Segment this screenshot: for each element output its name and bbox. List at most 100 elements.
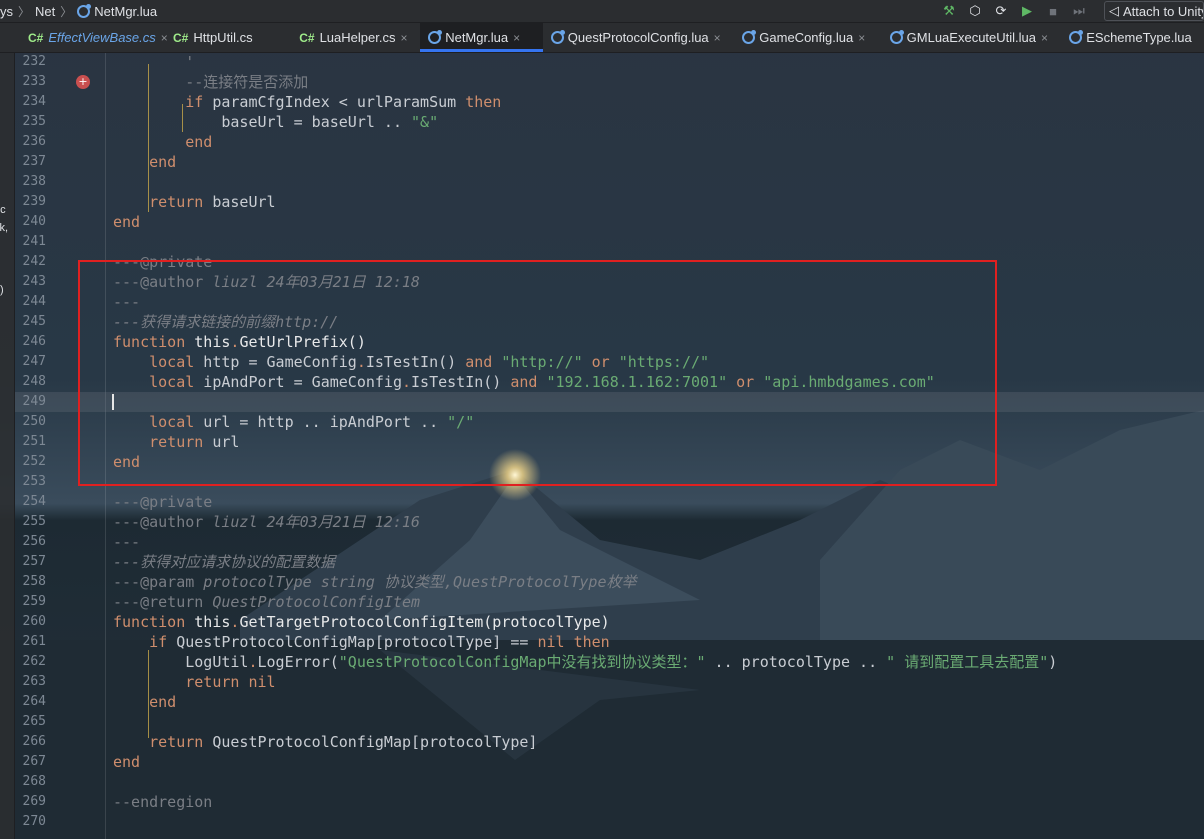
code-line[interactable]: 255 ---@author liuzl 24年03月21日 12:16	[15, 512, 1204, 532]
line-number[interactable]: 234	[15, 92, 46, 112]
line-number[interactable]: 239	[15, 192, 46, 212]
tab-gameconfig[interactable]: GameConfig.lua ×	[734, 23, 881, 52]
line-number[interactable]: 241	[15, 232, 46, 252]
code-text: return QuestProtocolConfigMap[protocolTy…	[113, 732, 537, 752]
chevron-right-icon: 〉	[18, 4, 31, 19]
line-number[interactable]: 258	[15, 572, 46, 592]
attach-to-unity-button[interactable]: ◁ Attach to Unity	[1104, 1, 1204, 21]
code-line[interactable]: 265	[15, 712, 1204, 732]
line-number[interactable]: 260	[15, 612, 46, 632]
code-line[interactable]: 259 ---@return QuestProtocolConfigItem	[15, 592, 1204, 612]
lua-file-icon	[1069, 30, 1084, 44]
code-line[interactable]: 232 '	[15, 52, 1204, 72]
tab-eschemetype[interactable]: ESchemeType.lua	[1061, 23, 1204, 52]
code-line[interactable]: 233 + --连接符是否添加	[15, 72, 1204, 92]
line-number[interactable]: 269	[15, 792, 46, 812]
close-icon[interactable]: ×	[400, 31, 407, 45]
line-number[interactable]: 233	[15, 72, 46, 92]
line-number[interactable]: 244	[15, 292, 46, 312]
code-line[interactable]: 270	[15, 812, 1204, 832]
line-number[interactable]: 268	[15, 772, 46, 792]
line-number[interactable]: 265	[15, 712, 46, 732]
line-number[interactable]: 264	[15, 692, 46, 712]
breadcrumb-item-net[interactable]: Net	[35, 4, 55, 19]
line-number[interactable]: 246	[15, 332, 46, 352]
tab-gmluaexecuteutil[interactable]: GMLuaExecuteUtil.lua ×	[882, 23, 1062, 52]
line-number[interactable]: 249	[15, 392, 46, 412]
code-line[interactable]: 254 ---@private	[15, 492, 1204, 512]
line-number[interactable]: 255	[15, 512, 46, 532]
tab-luahelper[interactable]: C# LuaHelper.cs ×	[291, 23, 420, 52]
code-line[interactable]: 257 ---获得对应请求协议的配置数据	[15, 552, 1204, 572]
breadcrumb-item-ys[interactable]: ys	[0, 4, 13, 19]
line-number[interactable]: 262	[15, 652, 46, 672]
line-number[interactable]: 247	[15, 352, 46, 372]
line-number[interactable]: 238	[15, 172, 46, 192]
line-number[interactable]: 237	[15, 152, 46, 172]
unity-icon[interactable]: ⬡	[964, 0, 986, 22]
line-number[interactable]: 235	[15, 112, 46, 132]
left-panel-fragment: ck,	[0, 222, 9, 234]
code-line[interactable]: 267 end	[15, 752, 1204, 772]
line-number[interactable]: 236	[15, 132, 46, 152]
code-line[interactable]: 235 baseUrl = baseUrl .. "&"	[15, 112, 1204, 132]
tab-questprotocolconfig[interactable]: QuestProtocolConfig.lua ×	[543, 23, 735, 52]
add-breakpoint-icon[interactable]: +	[76, 75, 90, 89]
tab-httputil[interactable]: C# HttpUtil.cs	[165, 23, 291, 52]
close-icon[interactable]: ×	[1041, 31, 1048, 45]
line-number[interactable]: 250	[15, 412, 46, 432]
line-number[interactable]: 248	[15, 372, 46, 392]
line-number[interactable]: 256	[15, 532, 46, 552]
debug-unity-icon[interactable]: ⟳	[990, 0, 1012, 22]
line-number[interactable]: 252	[15, 452, 46, 472]
line-number[interactable]: 257	[15, 552, 46, 572]
line-number[interactable]: 240	[15, 212, 46, 232]
line-number[interactable]: 242	[15, 252, 46, 272]
close-icon[interactable]: ×	[858, 31, 865, 45]
line-number[interactable]: 267	[15, 752, 46, 772]
line-number[interactable]: 251	[15, 432, 46, 452]
line-number[interactable]: 245	[15, 312, 46, 332]
line-number[interactable]: 254	[15, 492, 46, 512]
code-line[interactable]: 262 LogUtil.LogError("QuestProtocolConfi…	[15, 652, 1204, 672]
code-line[interactable]: 269 --endregion	[15, 792, 1204, 812]
tab-label: HttpUtil.cs	[193, 30, 253, 45]
step-icon[interactable]: ⏭	[1068, 0, 1090, 22]
left-panel-strip[interactable]: , c ck, )	[0, 52, 15, 839]
code-line[interactable]: 241	[15, 232, 1204, 252]
tab-effectviewbase[interactable]: C# EffectViewBase.cs ×	[0, 23, 168, 52]
code-line[interactable]: 263 return nil	[15, 672, 1204, 692]
code-line[interactable]: 264 end	[15, 692, 1204, 712]
code-line[interactable]: 258 ---@param protocolType string 协议类型,Qu…	[15, 572, 1204, 592]
code-token: @private	[140, 493, 213, 511]
stop-icon[interactable]: ■	[1042, 0, 1064, 22]
line-number[interactable]: 263	[15, 672, 46, 692]
line-number[interactable]: 270	[15, 812, 46, 832]
line-number[interactable]: 253	[15, 472, 46, 492]
code-line[interactable]: 238	[15, 172, 1204, 192]
line-number[interactable]: 259	[15, 592, 46, 612]
build-hammer-icon[interactable]: ⚒	[938, 0, 960, 22]
code-token: ---	[113, 493, 141, 511]
code-line[interactable]: 237 end	[15, 152, 1204, 172]
code-line[interactable]: 234 if paramCfgIndex < urlParamSum then	[15, 92, 1204, 112]
line-number[interactable]: 243	[15, 272, 46, 292]
line-number[interactable]: 261	[15, 632, 46, 652]
code-line[interactable]: 268	[15, 772, 1204, 792]
code-line[interactable]: 239 return baseUrl	[15, 192, 1204, 212]
close-icon[interactable]: ×	[513, 31, 520, 45]
code-line[interactable]: 240 end	[15, 212, 1204, 232]
tab-netmgr[interactable]: NetMgr.lua ×	[420, 23, 543, 52]
code-line[interactable]: 261 if QuestProtocolConfigMap[protocolTy…	[15, 632, 1204, 652]
code-line[interactable]: 260 function this.GetTargetProtocolConfig…	[15, 612, 1204, 632]
line-number[interactable]: 232	[15, 52, 46, 72]
breadcrumb-item-file[interactable]: NetMgr.lua	[94, 4, 157, 19]
line-number[interactable]: 266	[15, 732, 46, 752]
code-line[interactable]: 256 ---	[15, 532, 1204, 552]
code-line[interactable]: 236 end	[15, 132, 1204, 152]
code-line[interactable]: 266 return QuestProtocolConfigMap[protoc…	[15, 732, 1204, 752]
close-icon[interactable]: ×	[714, 31, 721, 45]
run-icon[interactable]: ▶	[1016, 0, 1038, 22]
